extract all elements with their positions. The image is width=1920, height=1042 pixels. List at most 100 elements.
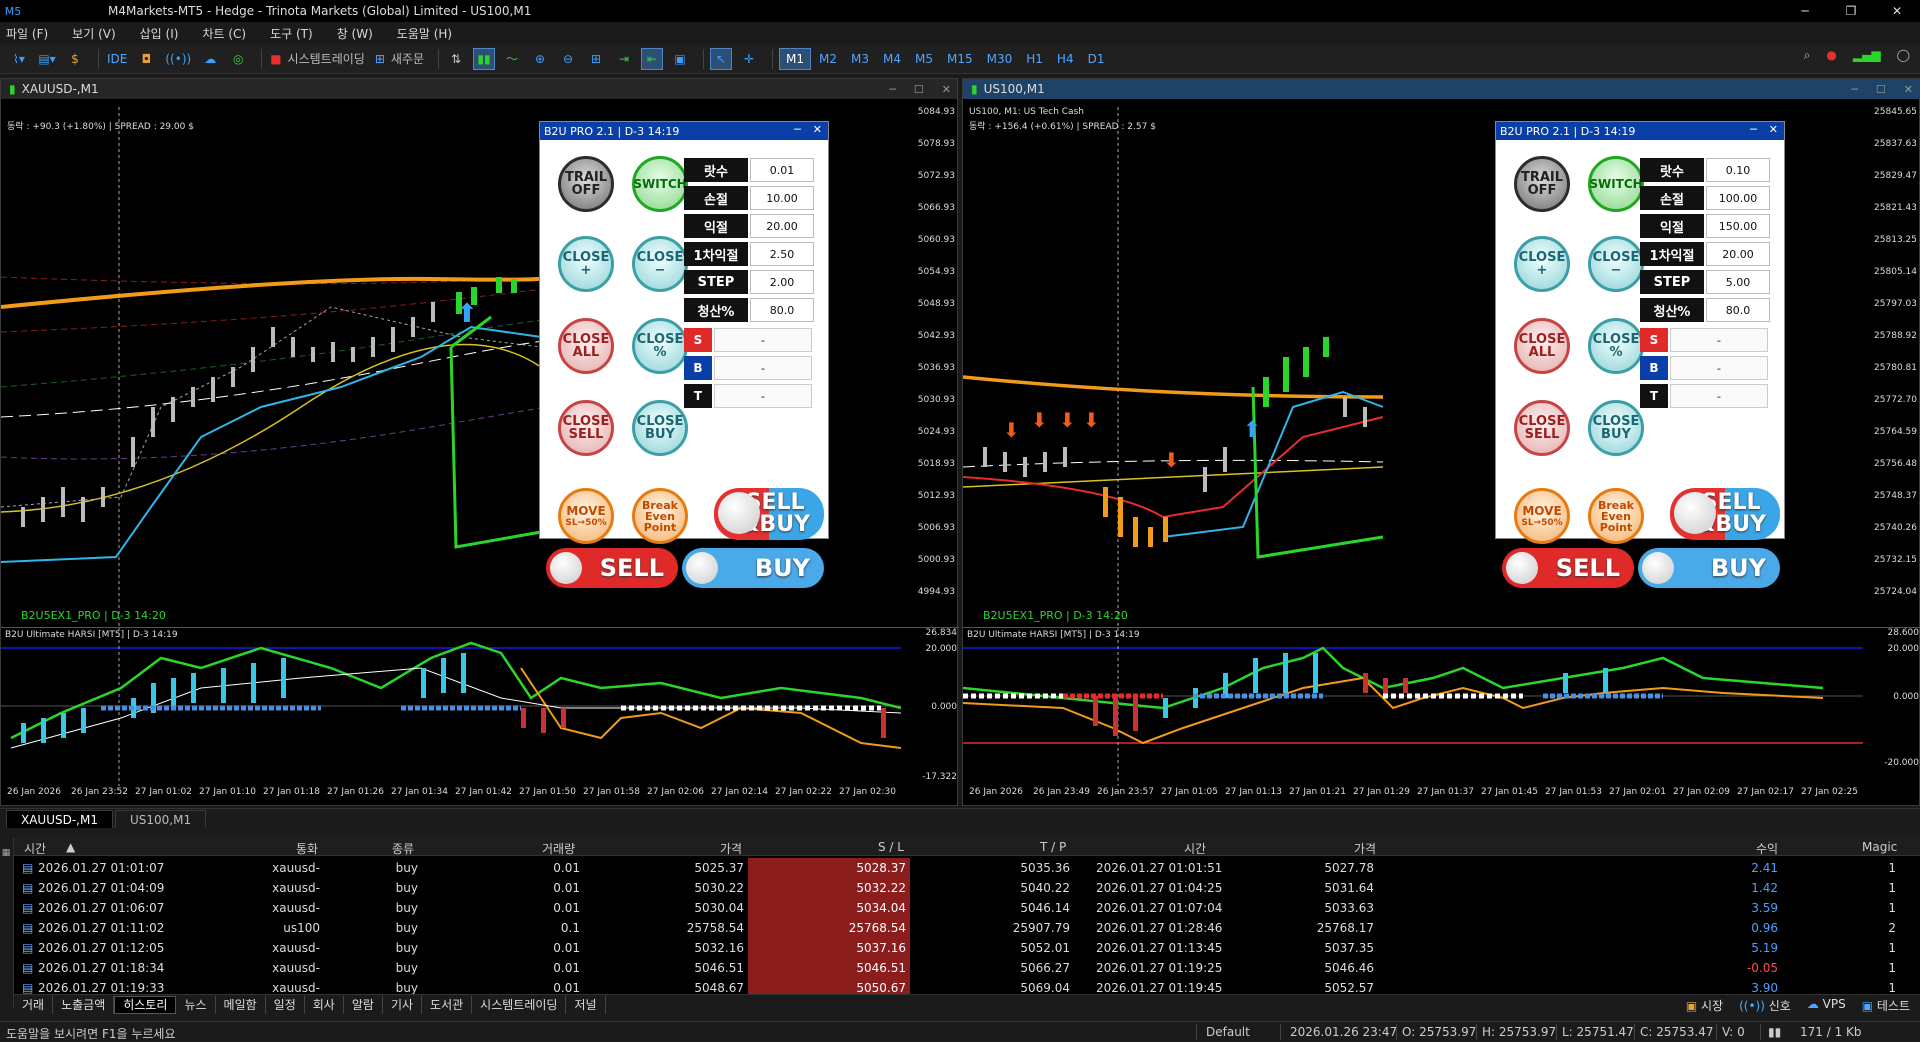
close-minus-button[interactable]: CLOSE − [632,236,688,292]
timeframe-m1[interactable]: M1 [779,47,811,70]
first-tp-input[interactable]: 20.00 [1706,242,1770,266]
buy-button[interactable]: BUY [682,548,824,588]
close-buy-button[interactable]: CLOSE BUY [1588,400,1644,456]
breakeven-button[interactable]: Break Even Point [1588,488,1644,544]
signals-link[interactable]: ((•)) 신호 [1739,997,1791,1014]
status-profile[interactable]: Default [1206,1025,1250,1039]
chart-tab-us100[interactable]: US100,M1 [115,810,207,828]
cloud-icon[interactable]: ☁ [199,48,221,70]
chart-minimize-button[interactable]: ─ [1851,83,1858,96]
vps-link[interactable]: ☁ VPS [1807,997,1846,1014]
tester-link[interactable]: ▣ 테스트 [1862,997,1910,1014]
tab-journal[interactable]: 저널 [566,995,606,1014]
signal-strength-icon[interactable]: ▂▄▆ [1853,48,1881,63]
history-row[interactable]: ▤ 2026.01.27 01:01:07 xauusd-buy 0.01 5025.3… [0,858,1900,878]
col-tp[interactable]: T / P [1040,840,1066,854]
history-row[interactable]: ▤ 2026.01.27 01:04:09 xauusd-buy 0.01 5030.2… [0,878,1900,898]
takeprofit-input[interactable]: 150.00 [1706,214,1770,238]
screenshot-icon[interactable]: ▣ [669,48,691,70]
harsi-subwindow[interactable]: B2U Ultimate HARSI [MT5] | D-3 14:19 28.… [963,627,1920,786]
chart-type-icon[interactable]: ⌇▾ [8,48,30,70]
close-all-button[interactable]: CLOSE ALL [1514,318,1570,374]
sell-buy-button[interactable]: SELL &BUY [1670,488,1780,540]
ide-button[interactable]: IDE [105,48,129,70]
chart-close-button[interactable]: ✕ [1904,83,1913,96]
tab-history[interactable]: 히스토리 [114,995,177,1014]
lot-input[interactable]: 0.01 [750,158,814,182]
timeframe-h4[interactable]: H4 [1051,48,1080,70]
line-chart-icon[interactable]: 〜 [501,48,523,70]
algo-trading-button[interactable]: ■ 시스템트레이딩 [268,48,367,70]
col-close-time[interactable]: 시간 [1184,840,1206,857]
breakeven-button[interactable]: Break Even Point [632,488,688,544]
col-price[interactable]: 가격 [720,840,742,857]
notifications-icon[interactable]: ● [1826,48,1836,63]
account-icon[interactable]: ◯ [1897,48,1910,63]
close-all-button[interactable]: CLOSE ALL [558,318,614,374]
tab-algo[interactable]: 시스템트레이딩 [472,995,567,1014]
close-percent-button[interactable]: CLOSE% [1588,318,1644,374]
close-buy-button[interactable]: CLOSE BUY [632,400,688,456]
harsi-subwindow[interactable]: B2U Ultimate HARSI [MT5] | D-3 14:19 26.… [1,627,959,786]
timeframe-h1[interactable]: H1 [1020,48,1049,70]
panel-close-button[interactable]: ✕ [1769,123,1778,136]
crosshair-icon[interactable]: ✛ [738,48,760,70]
stoploss-input[interactable]: 100.00 [1706,186,1770,210]
close-plus-button[interactable]: CLOSE + [558,236,614,292]
menu-insert[interactable]: 삽입 (I) [140,25,179,42]
col-close-price[interactable]: 가격 [1354,840,1376,857]
menu-chart[interactable]: 차트 (C) [202,25,246,42]
timeframe-m2[interactable]: M2 [813,48,843,70]
close-plus-button[interactable]: CLOSE + [1514,236,1570,292]
sell-buy-button[interactable]: SELL &BUY [714,488,824,540]
col-symbol[interactable]: 통화 [296,840,318,857]
col-sl[interactable]: S / L [878,840,904,854]
menu-help[interactable]: 도움말 (H) [397,25,452,42]
chart-shift-icon[interactable]: ⇤ [641,47,663,70]
move-sl-button[interactable]: MOVE SL→50% [558,488,614,544]
history-row[interactable]: ▤ 2026.01.27 01:18:34 xauusd-buy 0.01 5046.5… [0,958,1900,978]
col-profit[interactable]: 수익 [1756,840,1778,857]
lot-input[interactable]: 0.10 [1706,158,1770,182]
step-input[interactable]: 5.00 [1706,270,1770,294]
history-row[interactable]: ▤ 2026.01.27 01:12:05 xauusd-buy 0.01 5032.1… [0,938,1900,958]
tab-articles[interactable]: 기사 [383,995,423,1014]
zoom-out-icon[interactable]: ⊖ [557,48,579,70]
tab-library[interactable]: 도서관 [422,995,473,1014]
vps-icon[interactable]: ◎ [227,48,249,70]
trail-off-button[interactable]: TRAIL OFF [558,156,614,212]
autoscroll-icon[interactable]: ⇥ [613,48,635,70]
dollar-icon[interactable]: $ [64,48,86,70]
buy-button[interactable]: BUY [1638,548,1780,588]
panel-minimize-button[interactable]: ─ [794,123,801,136]
menu-view[interactable]: 보기 (V) [72,25,115,42]
step-input[interactable]: 2.00 [750,270,814,294]
timeframe-m3[interactable]: M3 [845,48,875,70]
menu-window[interactable]: 창 (W) [337,25,373,42]
tab-company[interactable]: 회사 [305,995,344,1014]
col-time[interactable]: 시간 [24,840,46,857]
close-percent-button[interactable]: CLOSE% [632,318,688,374]
col-type[interactable]: 종류 [392,840,414,857]
move-sl-button[interactable]: MOVE SL→50% [1514,488,1570,544]
tab-trade[interactable]: 거래 [14,995,54,1014]
history-row[interactable]: ▤ 2026.01.27 01:06:07 xauusd-buy 0.01 5030.0… [0,898,1900,918]
new-order-button[interactable]: ⊞ 새주문 [373,48,426,70]
minimize-button[interactable]: ─ [1782,0,1828,22]
sell-button[interactable]: SELL [1502,548,1634,588]
cursor-icon[interactable]: ↖ [710,47,732,70]
new-chart-icon[interactable]: ▤▾ [36,48,58,70]
chart-window-us100[interactable]: ▮ US100,M1 ─ ☐ ✕ US100, M1: US Tech Cash 동… [962,78,1920,806]
buy-sell-icon[interactable]: ⇅ [445,48,467,70]
timeframe-m30[interactable]: M30 [981,48,1019,70]
menu-tools[interactable]: 도구 (T) [270,25,313,42]
sell-button[interactable]: SELL [546,548,678,588]
close-percent-input[interactable]: 80.0 [750,298,814,322]
tab-calendar[interactable]: 일정 [266,995,305,1014]
panel-close-button[interactable]: ✕ [813,123,822,136]
timeframe-m5[interactable]: M5 [909,48,939,70]
chart-maximize-button[interactable]: ☐ [1876,83,1886,96]
close-percent-input[interactable]: 80.0 [1706,298,1770,322]
tile-icon[interactable]: ⊞ [585,48,607,70]
col-volume[interactable]: 거래량 [542,840,575,857]
